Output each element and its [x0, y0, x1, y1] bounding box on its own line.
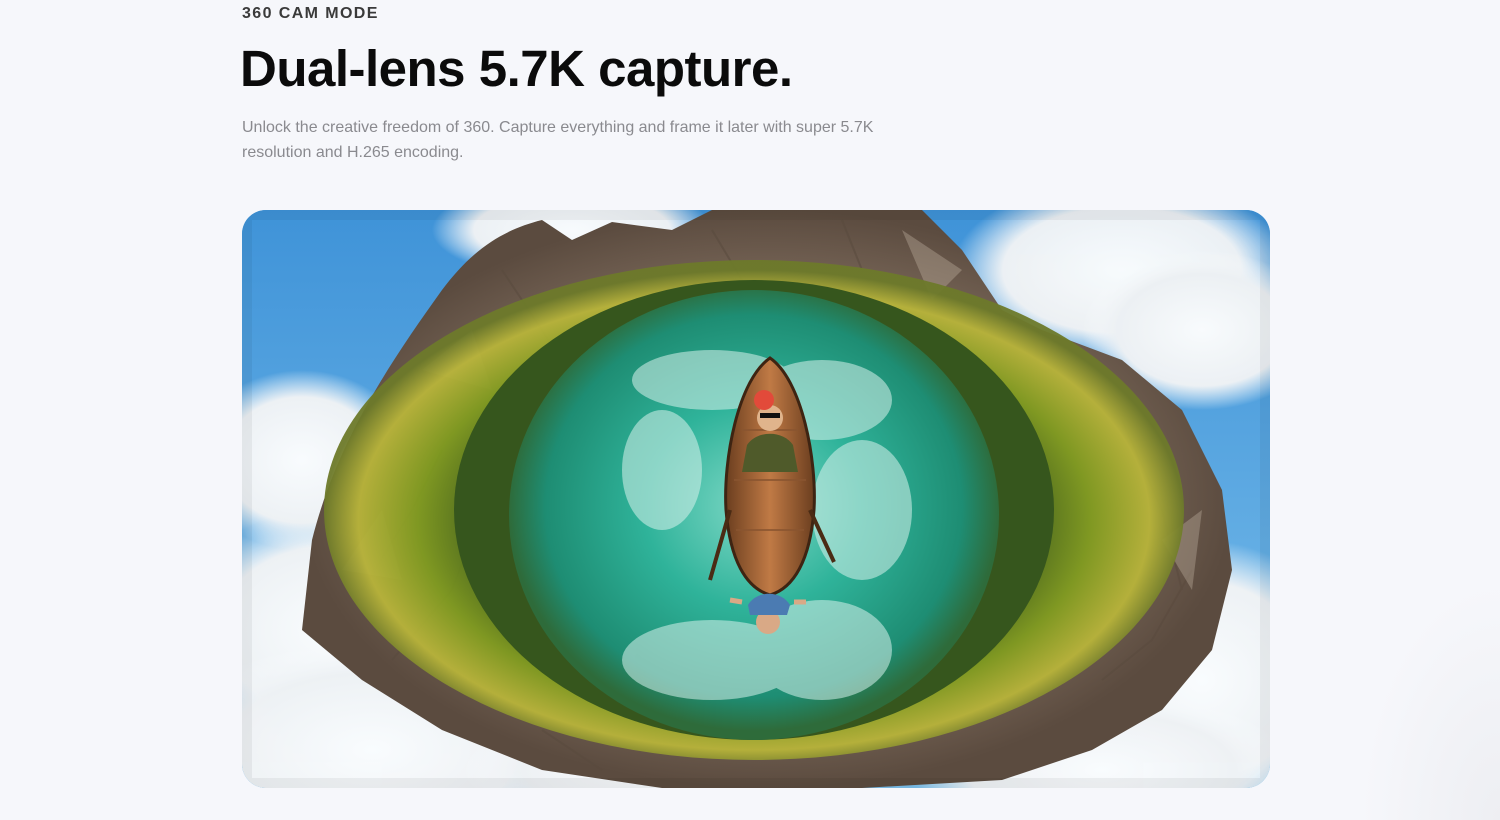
tiny-planet-image — [242, 210, 1270, 788]
section-eyebrow: 360 CAM MODE — [242, 5, 379, 22]
feature-section: 360 CAM MODE Dual-lens 5.7K capture. Unl… — [0, 0, 1500, 820]
section-headline: Dual-lens 5.7K capture. — [240, 40, 793, 97]
section-description: Unlock the creative freedom of 360. Capt… — [242, 119, 874, 161]
corner-decoration — [1360, 580, 1500, 820]
